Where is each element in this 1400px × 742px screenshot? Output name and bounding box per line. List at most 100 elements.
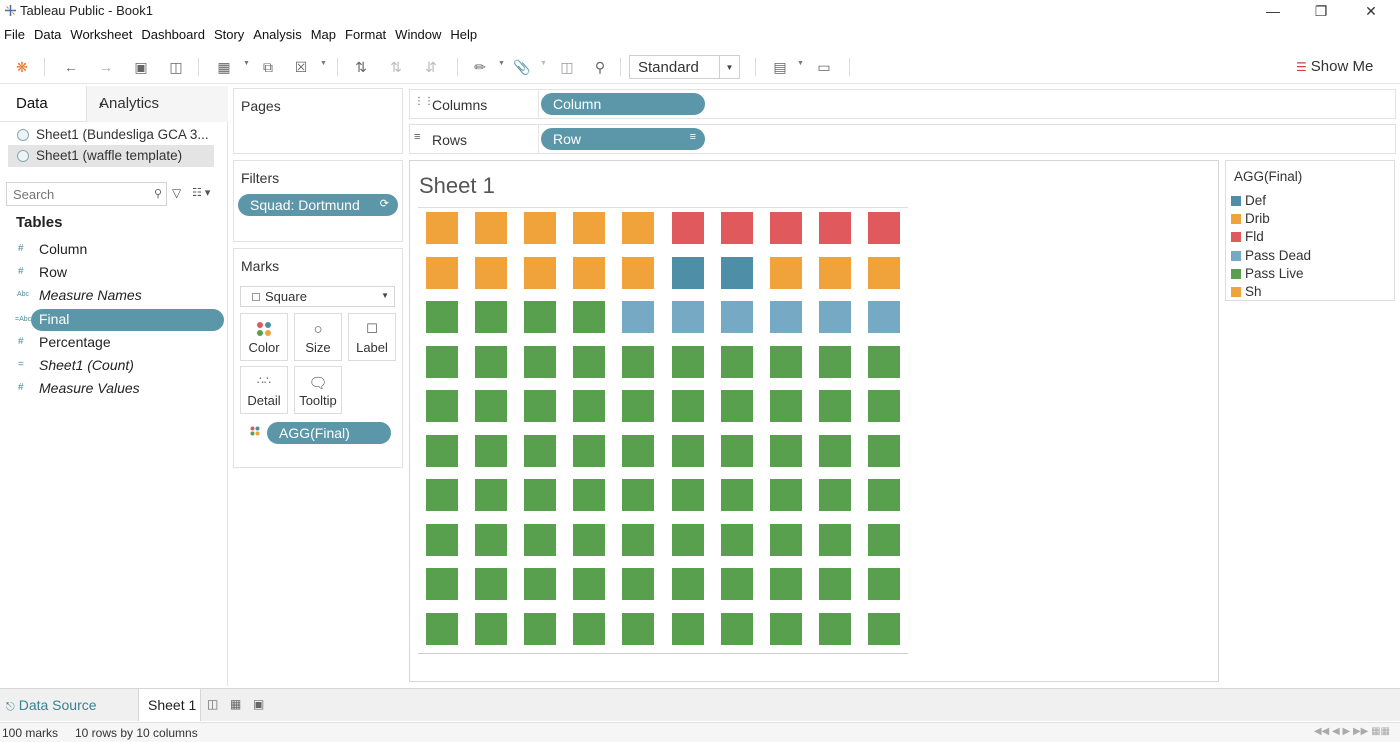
- minimize-button[interactable]: —: [1250, 0, 1296, 22]
- waffle-cell[interactable]: [475, 434, 508, 467]
- waffle-cell[interactable]: [867, 568, 900, 600]
- field-search[interactable]: ⚲: [6, 182, 167, 206]
- new-worksheet-dropdown-icon[interactable]: ▼: [243, 60, 250, 67]
- menu-story[interactable]: Story: [210, 24, 249, 46]
- waffle-cell[interactable]: [475, 568, 508, 600]
- marks-pill-agg-final[interactable]: AGG(Final): [267, 422, 391, 444]
- waffle-cell[interactable]: [524, 568, 557, 600]
- waffle-cell[interactable]: [769, 523, 802, 556]
- collapse-pane-icon[interactable]: ‹: [99, 95, 221, 112]
- waffle-cell[interactable]: [475, 345, 508, 378]
- waffle-cell[interactable]: [622, 434, 655, 467]
- data-source-tab[interactable]: ⎋ Data Source: [0, 689, 107, 721]
- field-sheet1-count[interactable]: = Sheet1 (Count): [0, 355, 228, 377]
- show-cards-dropdown-icon[interactable]: ▼: [797, 60, 804, 67]
- waffle-cell[interactable]: [720, 479, 753, 511]
- waffle-cell[interactable]: [573, 523, 606, 556]
- rows-pill[interactable]: Row ≡: [541, 128, 705, 150]
- new-dashboard-icon[interactable]: ▦: [230, 697, 241, 711]
- view-options-icon[interactable]: ☷ ▾: [192, 186, 210, 199]
- waffle-cell[interactable]: [671, 301, 704, 333]
- show-cards-icon[interactable]: ▤: [771, 58, 789, 76]
- show-mark-labels-icon[interactable]: ◫: [558, 58, 576, 76]
- sheet-navigation-icon[interactable]: ◀◀ ◀ ▶ ▶▶ ▦▦: [1314, 726, 1390, 737]
- waffle-cell[interactable]: [573, 479, 606, 511]
- new-story-icon[interactable]: ▣: [253, 697, 264, 711]
- waffle-cell[interactable]: [524, 612, 557, 645]
- waffle-cell[interactable]: [720, 301, 753, 333]
- waffle-cell[interactable]: [818, 612, 851, 645]
- menu-help[interactable]: Help: [446, 24, 482, 46]
- redo-icon[interactable]: →: [97, 58, 115, 76]
- waffle-cell[interactable]: [426, 390, 458, 422]
- presentation-mode-icon[interactable]: ▭: [815, 58, 833, 76]
- menu-file[interactable]: File: [0, 24, 30, 46]
- tableau-home-icon[interactable]: ❋: [13, 58, 31, 76]
- waffle-cell[interactable]: [426, 256, 458, 289]
- size-button[interactable]: ○ Size: [294, 313, 342, 361]
- waffle-cell[interactable]: [524, 301, 557, 333]
- waffle-cell[interactable]: [818, 568, 851, 600]
- waffle-cell[interactable]: [769, 612, 802, 645]
- waffle-cell[interactable]: [622, 212, 655, 244]
- clear-sheet-icon[interactable]: ☒: [292, 58, 310, 76]
- waffle-cell[interactable]: [720, 612, 753, 645]
- group-dropdown-icon[interactable]: ▼: [540, 60, 547, 67]
- field-measure-names[interactable]: Abc Measure Names: [0, 285, 228, 307]
- waffle-cell[interactable]: [769, 212, 802, 244]
- waffle-cell[interactable]: [818, 479, 851, 511]
- waffle-cell[interactable]: [671, 345, 704, 378]
- waffle-cell[interactable]: [671, 256, 704, 289]
- waffle-cell[interactable]: [818, 212, 851, 244]
- waffle-cell[interactable]: [475, 612, 508, 645]
- waffle-cell[interactable]: [818, 523, 851, 556]
- filter-icon[interactable]: ▽: [172, 186, 181, 200]
- restore-button[interactable]: ❐: [1298, 0, 1344, 22]
- waffle-cell[interactable]: [573, 256, 606, 289]
- undo-icon[interactable]: ←: [62, 58, 80, 76]
- mark-type-select[interactable]: Square ▼: [240, 286, 395, 307]
- waffle-cell[interactable]: [524, 212, 557, 244]
- menu-map[interactable]: Map: [307, 24, 341, 46]
- waffle-cell[interactable]: [524, 256, 557, 289]
- waffle-cell[interactable]: [720, 212, 753, 244]
- waffle-cell[interactable]: [426, 212, 458, 244]
- waffle-cell[interactable]: [426, 523, 458, 556]
- menu-dashboard[interactable]: Dashboard: [137, 24, 210, 46]
- new-worksheet-icon[interactable]: ▦: [215, 58, 233, 76]
- label-button[interactable]: ☐ Label: [348, 313, 396, 361]
- waffle-cell[interactable]: [573, 301, 606, 333]
- waffle-cell[interactable]: [622, 301, 655, 333]
- swap-rows-columns-icon[interactable]: ⇅: [352, 58, 370, 76]
- waffle-cell[interactable]: [475, 212, 508, 244]
- duplicate-sheet-icon[interactable]: ⧉: [259, 58, 277, 76]
- waffle-cell[interactable]: [720, 523, 753, 556]
- waffle-cell[interactable]: [769, 479, 802, 511]
- sort-descending-icon[interactable]: ⇵: [422, 58, 440, 76]
- waffle-cell[interactable]: [720, 390, 753, 422]
- group-members-icon[interactable]: 📎: [513, 58, 531, 76]
- waffle-cell[interactable]: [475, 301, 508, 333]
- close-button[interactable]: ✕: [1348, 0, 1394, 22]
- waffle-cell[interactable]: [818, 256, 851, 289]
- waffle-cell[interactable]: [573, 390, 606, 422]
- waffle-cell[interactable]: [867, 256, 900, 289]
- waffle-cell[interactable]: [818, 434, 851, 467]
- menu-data[interactable]: Data: [30, 24, 66, 46]
- waffle-cell[interactable]: [622, 390, 655, 422]
- waffle-cell[interactable]: [720, 345, 753, 378]
- waffle-cell[interactable]: [426, 345, 458, 378]
- waffle-cell[interactable]: [426, 479, 458, 511]
- waffle-cell[interactable]: [769, 301, 802, 333]
- waffle-cell[interactable]: [867, 345, 900, 378]
- waffle-cell[interactable]: [867, 301, 900, 333]
- save-icon[interactable]: ▣: [132, 58, 150, 76]
- waffle-cell[interactable]: [573, 612, 606, 645]
- waffle-cell[interactable]: [475, 523, 508, 556]
- waffle-cell[interactable]: [426, 434, 458, 467]
- waffle-cell[interactable]: [671, 612, 704, 645]
- waffle-cell[interactable]: [769, 345, 802, 378]
- filter-pill-squad[interactable]: Squad: Dortmund ⟳: [238, 194, 398, 216]
- clear-sheet-dropdown-icon[interactable]: ▼: [320, 60, 327, 67]
- columns-pill[interactable]: Column: [541, 93, 705, 115]
